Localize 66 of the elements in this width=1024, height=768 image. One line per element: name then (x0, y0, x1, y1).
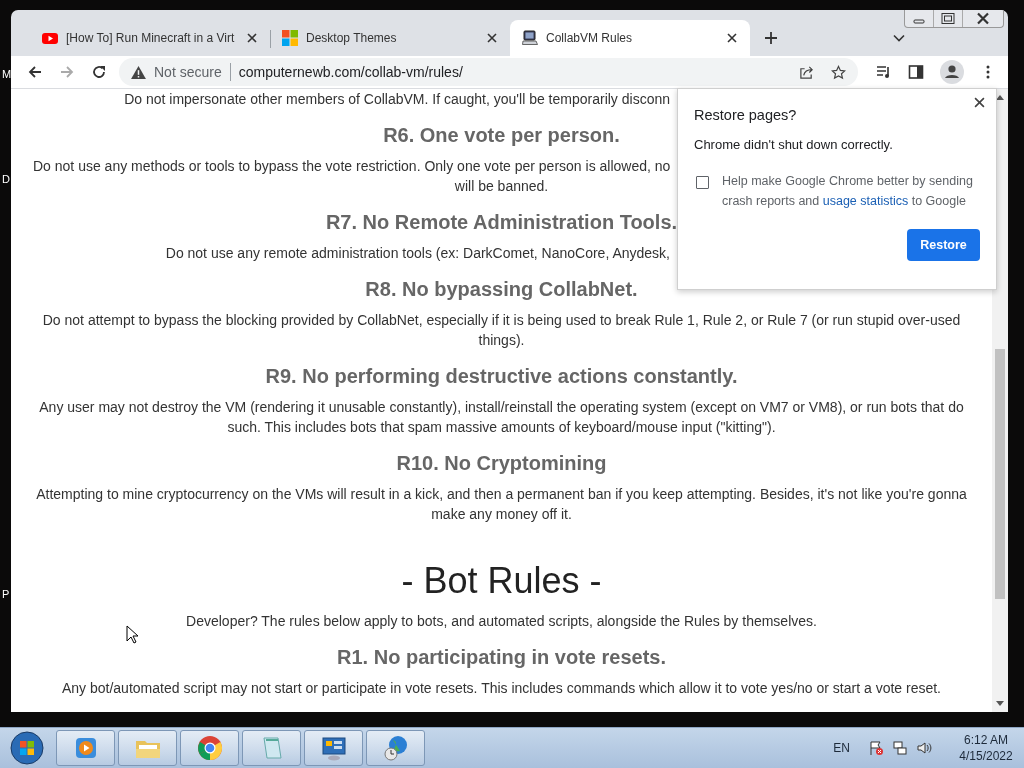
rule-text: Attempting to mine cryptocurrency on the VMs will result in a kick, and then a permanent ban if you keep attempting. Besides, it's not like you're gonna make any money off it. (35, 485, 968, 524)
desktop-icon-label: P (2, 588, 10, 600)
chevron-down-icon[interactable] (893, 34, 905, 42)
scroll-down-icon[interactable] (996, 701, 1004, 707)
warning-icon (131, 65, 146, 79)
back-arrow-icon[interactable] (27, 64, 43, 80)
computer-icon (522, 30, 538, 46)
share-icon[interactable] (799, 64, 814, 80)
url-text: computernewb.com/collab-vm/rules/ (238, 64, 464, 80)
taskbar-button[interactable] (180, 730, 239, 766)
rule-text: Do not use any remote administration tools (ex: DarkComet, NanoCore, Anydesk, (165, 244, 670, 263)
security-label[interactable]: Not secure (154, 64, 222, 80)
rule-text: Developer? The rules below apply to bots, and automated scripts, alongside the Rules by themselves. (186, 612, 817, 631)
rule-text: Do not impersonate other members of CollabVM. If caught, you'll be temporarily disconn (124, 90, 670, 109)
browser-tab[interactable]: Desktop Themes (270, 20, 510, 56)
desktop-icon-label: M (2, 68, 12, 80)
taskbar-button[interactable] (56, 730, 115, 766)
rule-heading: R8. No bypassing CollabNet. (365, 277, 638, 301)
rule-heading: R6. One vote per person. (383, 123, 620, 147)
media-queue-icon[interactable] (876, 64, 892, 80)
start-icon[interactable] (10, 731, 44, 765)
clock-date: 4/15/2022 (959, 748, 1013, 764)
rule-text: Any user may not destroy the VM (rendering it unusable constantly), install/reinstall the operating system (except on VM7 or VM8), or run bots that do such. This includes bots that spam massive amounts of keyboard/mouse input ("kitting"). (38, 398, 965, 437)
rule-heading: R7. No Remote Administration Tools. (325, 210, 678, 234)
language-indicator[interactable]: EN (833, 741, 850, 755)
taskbar-button[interactable] (366, 730, 425, 766)
scroll-up-icon[interactable] (996, 94, 1004, 100)
address-bar[interactable]: Not secure computernewb.com/collab-vm/rules/ (119, 58, 858, 86)
control-panel-icon (319, 734, 348, 762)
cursor-icon (126, 625, 138, 644)
taskbar-button[interactable] (118, 730, 177, 766)
section-title: - Bot Rules - (401, 559, 602, 603)
rule-heading: R10. No Cryptomining (396, 451, 607, 475)
chrome-icon (195, 734, 224, 762)
checkbox-label: Help make Google Chrome better by sending crash reports and usage statistics to Google (722, 173, 974, 210)
usage-statistics-link[interactable]: usage statistics (822, 194, 909, 208)
close-icon[interactable] (487, 33, 497, 43)
restore-button[interactable]: Restore (907, 229, 980, 261)
rule-heading: R1. No participating in vote resets. (337, 645, 666, 669)
browser-tab[interactable]: [How To] Run Minecraft in a Virt (30, 20, 270, 56)
reload-icon[interactable] (91, 64, 107, 80)
browser-tab[interactable]: CollabVM Rules (510, 20, 750, 56)
rule-text: Any bot/automated script may not start or participate in vote resets. This includes commands which allow it to vote yes/no or start a vote reset. (61, 679, 941, 698)
four-squares-icon (282, 30, 298, 46)
rule-text: Do not use any methods or tools to bypass the vote restriction. Only one vote per person is allowed, no (33, 157, 671, 176)
star-icon[interactable] (831, 64, 846, 80)
flag-icon[interactable] (868, 740, 884, 756)
desktop-icon-label: D (2, 173, 10, 185)
close-icon[interactable] (974, 97, 985, 108)
network-icon[interactable] (892, 740, 908, 756)
dialog-message: Chrome didn't shut down correctly. (694, 137, 894, 152)
avatar-icon[interactable] (940, 60, 964, 84)
play-icon (42, 30, 58, 46)
clock-time: 6:12 AM (964, 732, 1008, 748)
speaker-icon[interactable] (916, 740, 932, 756)
close-icon[interactable] (247, 33, 257, 43)
side-panel-icon[interactable] (908, 64, 924, 80)
rule-text: will be banned. (454, 177, 549, 196)
rule-text: Do not attempt to bypass the blocking provided by CollabNet, especially if it is being used to break Rule 1, Rule 2, or Rule 7 (or run stupid over-used things). (41, 311, 962, 350)
close-icon[interactable] (727, 33, 737, 43)
dialog-title: Restore pages? (694, 107, 798, 123)
rule-heading: R9. No performing destructive actions constantly. (265, 364, 738, 388)
taskbar-button[interactable] (304, 730, 363, 766)
globe-clock-icon (381, 734, 410, 762)
checkbox[interactable] (696, 176, 709, 189)
new-tab-icon[interactable] (764, 31, 778, 45)
